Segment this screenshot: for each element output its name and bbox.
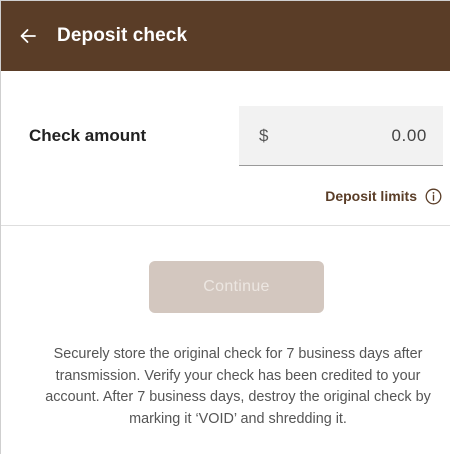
app-bar: Deposit check (1, 1, 450, 71)
arrow-left-icon (19, 27, 37, 45)
back-button[interactable] (1, 1, 55, 71)
page-title: Deposit check (57, 25, 188, 46)
currency-symbol: $ (259, 126, 269, 145)
check-storage-note: Securely store the original check for 7 … (45, 346, 431, 427)
info-icon[interactable] (424, 187, 442, 205)
continue-button[interactable]: Continue (149, 261, 324, 313)
check-amount-input[interactable]: $ 0.00 (239, 106, 443, 166)
deposit-check-screen: Deposit check Check amount $ 0.00 Deposi… (0, 0, 450, 454)
check-amount-row: Check amount $ 0.00 (1, 106, 450, 167)
check-amount-label: Check amount (29, 126, 147, 145)
deposit-limits-link[interactable]: Deposit limits (325, 187, 442, 205)
check-amount-value: 0.00 (391, 126, 427, 145)
section-divider (1, 225, 450, 226)
deposit-limits-label: Deposit limits (325, 188, 417, 204)
